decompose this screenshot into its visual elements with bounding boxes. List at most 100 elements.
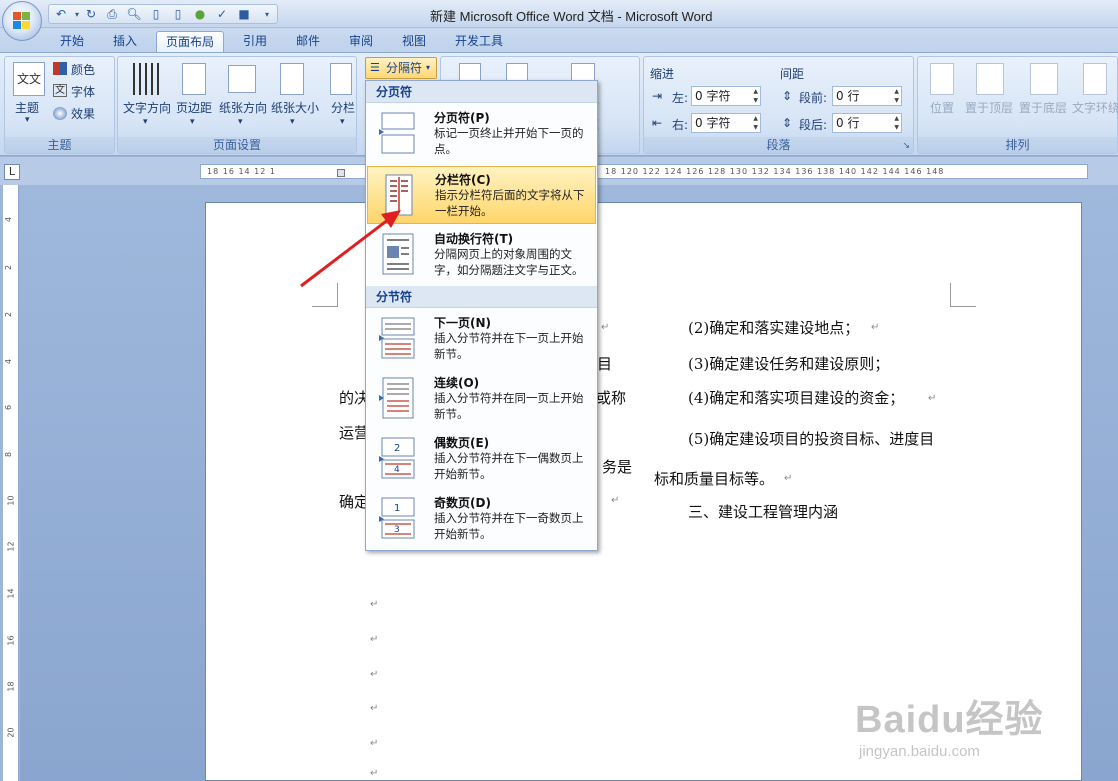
page-setup-group: 文字方向 页边距 纸张方向 纸张大小 分栏 ▾ ▾ ▾ ▾ ▾ 页面设置 <box>117 56 357 154</box>
odd-page-break-icon: 1 3 <box>379 497 415 539</box>
horizontal-ruler[interactable]: 18 16 14 12 1 18 120 122 124 126 128 130… <box>200 164 1088 179</box>
themes-button[interactable]: 主题 <box>15 99 39 116</box>
indent-left-icon: ⇥ <box>652 89 663 103</box>
columns-icon <box>330 63 352 95</box>
menu-item-title: 奇数页(D) <box>434 496 491 510</box>
text-direction-button[interactable]: 文字方向 <box>123 99 171 116</box>
tab-view[interactable]: 视图 <box>392 31 436 53</box>
paragraph-group: 缩进 间距 ⇥ 左: 0 字符 ⇤ 右: 0 字符 ⇕ 段前: 0 行 ⇕ 段后… <box>643 56 914 154</box>
breaks-dropdown-icon: ▾ <box>426 63 431 72</box>
menu-item-desc: 标记一页终止并开始下一页的点。 <box>434 126 584 156</box>
vruler-mark: 2 <box>4 311 14 318</box>
text-wrap-icon <box>1083 63 1107 95</box>
ruler-right-marks: 18 120 122 124 126 128 130 132 134 136 1… <box>605 167 945 176</box>
doc-right-line: (3)确定建设任务和建设原则； <box>688 355 890 373</box>
indent-left-input[interactable]: 0 字符 <box>691 86 761 106</box>
ruler-left-marks: 18 16 14 12 1 <box>207 167 276 176</box>
tab-developer[interactable]: 开发工具 <box>445 31 513 53</box>
dropdown-arrow-icon: ▾ <box>190 117 195 127</box>
menu-item-next-page[interactable]: 下一页(N) 插入分节符并在下一页上开始新节。 <box>367 310 596 368</box>
customize-qat-icon[interactable]: ▾ <box>259 7 275 22</box>
tab-insert[interactable]: 插入 <box>103 31 147 53</box>
breaks-dropdown-menu: 分页符 分页符(P) 标记一页终止并开始下一页的点。 分栏符(C) 指示分栏符后… <box>365 80 598 551</box>
spelling-icon[interactable]: ✓ <box>214 7 230 22</box>
columns-button[interactable]: 分栏 <box>331 99 355 116</box>
menu-item-desc: 分隔网页上的对象周围的文字，如分隔题注文字与正文。 <box>434 247 584 277</box>
paragraph-mark: ↵ <box>370 738 379 749</box>
spacing-after-input[interactable]: 0 行 <box>832 113 902 133</box>
spacing-after-label: 段后: <box>799 118 828 132</box>
menu-item-desc: 插入分节符并在同一页上开始新节。 <box>434 391 584 421</box>
dropdown-arrow-icon: ▾ <box>238 117 243 127</box>
tab-mailings[interactable]: 邮件 <box>286 31 330 53</box>
print-preview-icon[interactable]: 🔍︎ <box>126 7 142 22</box>
menu-item-desc: 插入分节符并在下一奇数页上开始新节。 <box>434 511 584 541</box>
text-direction-icon <box>133 63 161 95</box>
vruler-mark: 2 <box>4 264 14 271</box>
menu-item-page-break[interactable]: 分页符(P) 标记一页终止并开始下一页的点。 <box>367 105 596 163</box>
paragraph-mark: ↵ <box>370 669 379 680</box>
vruler-mark: 14 <box>6 588 16 599</box>
spacing-before-icon: ⇕ <box>782 89 793 103</box>
redo-icon[interactable]: ↻ <box>83 7 99 22</box>
vruler-mark: 12 <box>6 541 16 552</box>
themes-group: 文文 主题 ▾ 颜色 文 字体 效果 主题 <box>4 56 115 154</box>
dropdown-arrow-icon: ▾ <box>340 117 345 127</box>
even-page-num-2: 4 <box>394 465 400 475</box>
even-page-break-icon: 2 4 <box>379 437 415 479</box>
position-button[interactable]: 位置 <box>930 99 954 116</box>
margins-icon <box>182 63 206 95</box>
tab-references[interactable]: 引用 <box>233 31 277 53</box>
tab-page-layout[interactable]: 页面布局 <box>156 31 224 53</box>
undo-icon[interactable]: ↶ <box>53 7 69 22</box>
page-setup-group-label: 页面设置 <box>118 137 356 153</box>
spacing-before-input[interactable]: 0 行 <box>832 86 902 106</box>
vruler-mark: 4 <box>4 216 14 223</box>
tab-home[interactable]: 开始 <box>50 31 94 53</box>
indent-right-label: 右: <box>672 118 689 132</box>
colors-button[interactable]: 颜色 <box>71 61 95 78</box>
indent-marker-icon[interactable] <box>337 169 345 177</box>
indent-right-icon: ⇤ <box>652 116 663 130</box>
vruler-mark: 4 <box>4 358 14 365</box>
tab-selector-icon[interactable]: L <box>4 164 20 180</box>
indent-left-label: 左: <box>672 91 689 105</box>
paragraph-group-label: 段落 <box>644 137 913 153</box>
open-icon[interactable]: ▯ <box>148 7 164 22</box>
themes-dropdown-icon[interactable]: ▾ <box>25 115 30 125</box>
dropdown-arrow-icon: ▾ <box>143 117 148 127</box>
colors-icon <box>53 62 67 75</box>
orientation-button[interactable]: 纸张方向 <box>219 99 267 116</box>
vertical-ruler: 4 2 2 4 6 8 10 12 14 16 18 20 <box>3 185 19 781</box>
margins-button[interactable]: 页边距 <box>176 99 212 116</box>
send-to-back-button[interactable]: 置于底层 <box>1019 99 1067 116</box>
doc-right-line: (5)确定建设项目的投资目标、进度目 <box>688 430 935 448</box>
watermark-url: jingyan.baidu.com <box>859 743 980 760</box>
effects-button[interactable]: 效果 <box>71 105 95 122</box>
new-doc-icon[interactable]: ▯ <box>170 7 186 22</box>
dropdown-arrow-icon: ▾ <box>290 117 295 127</box>
indent-right-input[interactable]: 0 字符 <box>691 113 761 133</box>
breaks-label: 分隔符 <box>386 61 423 75</box>
save-icon[interactable]: ■ <box>236 7 252 22</box>
refresh-icon[interactable]: ● <box>192 7 208 22</box>
continuous-break-icon <box>379 377 414 419</box>
paragraph-mark: ↵ <box>370 634 379 645</box>
paragraph-dialog-launcher-icon[interactable]: ↘ <box>902 141 910 151</box>
tab-review[interactable]: 审阅 <box>339 31 383 53</box>
menu-item-even-page[interactable]: 2 4 偶数页(E) 插入分节符并在下一偶数页上开始新节。 <box>367 430 596 488</box>
bring-to-front-button[interactable]: 置于顶层 <box>965 99 1013 116</box>
breaks-button[interactable]: ☰ 分隔符 ▾ <box>365 57 437 79</box>
doc-right-line: (4)确定和落实项目建设的资金； <box>688 389 905 407</box>
print-icon[interactable]: ⎙ <box>104 7 120 22</box>
fonts-button[interactable]: 字体 <box>71 83 95 100</box>
menu-item-continuous[interactable]: 连续(O) 插入分节符并在同一页上开始新节。 <box>367 370 596 428</box>
menu-item-title: 分栏符(C) <box>435 173 491 187</box>
text-wrap-button[interactable]: 文字环绕 <box>1072 99 1118 116</box>
themes-group-label: 主题 <box>5 137 114 153</box>
size-button[interactable]: 纸张大小 <box>271 99 319 116</box>
menu-item-odd-page[interactable]: 1 3 奇数页(D) 插入分节符并在下一奇数页上开始新节。 <box>367 490 596 548</box>
office-button[interactable] <box>2 1 42 41</box>
watermark-brand: Baidu经验 <box>855 699 1044 741</box>
fonts-icon: 文 <box>53 84 67 97</box>
